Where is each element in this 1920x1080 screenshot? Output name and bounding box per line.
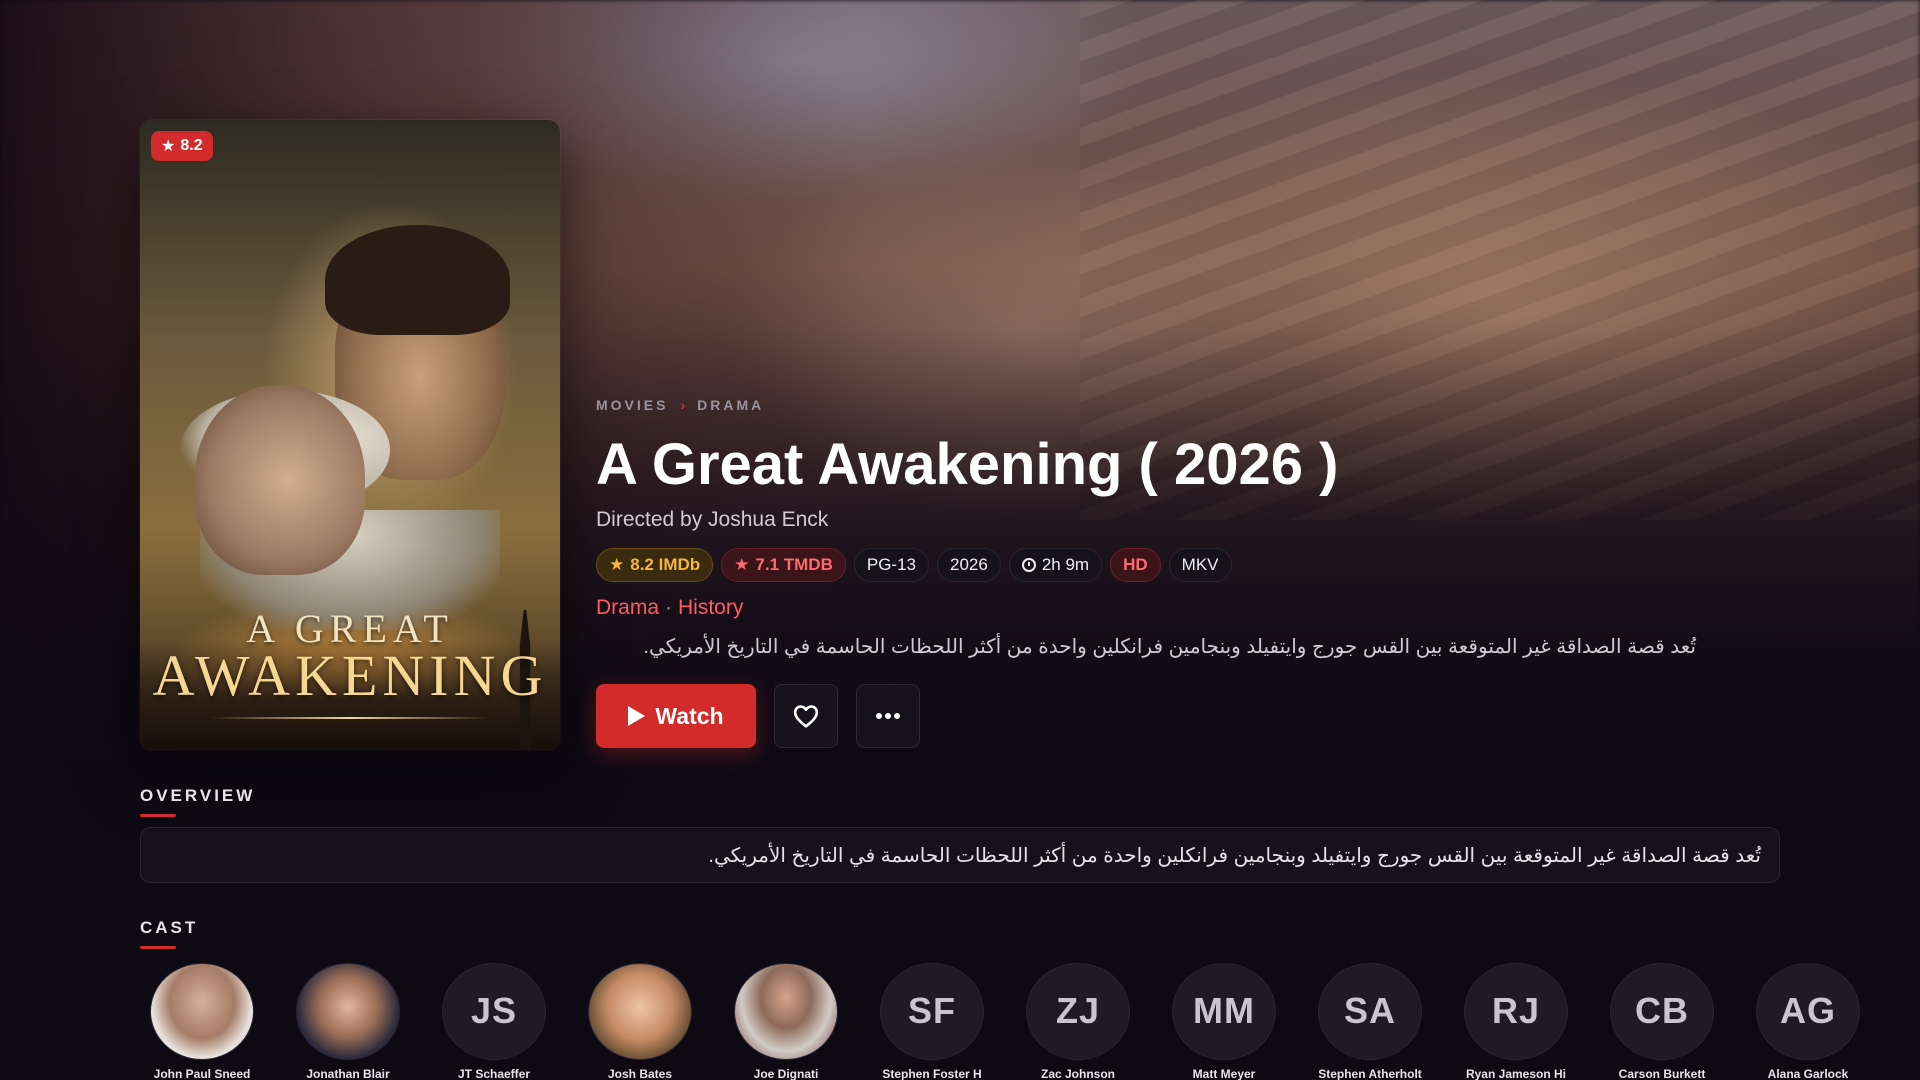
more-horizontal-icon (876, 713, 900, 719)
poster-art-title-line2: AWAKENING (152, 643, 548, 708)
breadcrumb-movies[interactable]: MOVIES (596, 397, 668, 413)
avatar: SA (1318, 963, 1422, 1060)
overview-panel: تُعد قصة الصداقة غير المتوقعة بين القس ج… (140, 827, 1780, 883)
avatar: MM (1172, 963, 1276, 1060)
cast-member[interactable]: Jonathan Blair (296, 963, 400, 1080)
cast-member-name: Joe Dignati (753, 1066, 819, 1080)
star-icon: ★ (609, 555, 625, 574)
cast-member[interactable]: ZJ Zac Johnson (1026, 963, 1130, 1080)
avatar: ZJ (1026, 963, 1130, 1060)
cast-member[interactable]: RJ Ryan Jameson Hi (1464, 963, 1568, 1080)
page-title: A Great Awakening ( 2026 ) (596, 432, 1339, 497)
avatar: CB (1610, 963, 1714, 1060)
certification-chip: PG-13 (853, 548, 930, 582)
runtime-text: 2h 9m (1041, 555, 1090, 574)
overview-text: تُعد قصة الصداقة غير المتوقعة بين القس ج… (708, 844, 1761, 867)
genre-list: Drama · History (596, 596, 1796, 624)
quality-text: HD (1123, 555, 1148, 574)
poster-rating-value: 8.2 (180, 137, 203, 154)
imdb-rating-text: 8.2 IMDb (630, 555, 701, 574)
cast-member-name: John Paul Sneed (153, 1066, 251, 1080)
avatar (150, 963, 254, 1060)
watch-button-label: Watch (655, 702, 724, 729)
clock-icon (1021, 558, 1036, 572)
certification-text: PG-13 (866, 555, 917, 574)
cast-member-name: Carson Burkett (1618, 1066, 1706, 1080)
container-text: MKV (1181, 555, 1219, 574)
metadata-chips: ★ 8.2 IMDb ★ 7.1 TMDB PG-13 2026 2h 9m H… (596, 548, 1796, 582)
cast-heading: CAST (140, 918, 199, 949)
imdb-rating-chip: ★ 8.2 IMDb (596, 548, 714, 582)
cast-member[interactable]: MM Matt Meyer (1172, 963, 1276, 1080)
year-chip: 2026 (937, 548, 1001, 582)
poster-figure-old (195, 385, 365, 575)
cast-member[interactable]: AG Alana Garlock (1756, 963, 1860, 1080)
poster-divider (210, 717, 490, 719)
cast-member[interactable]: SF Stephen Foster H (880, 963, 984, 1080)
poster-figure-young-hair (325, 225, 510, 335)
tmdb-rating-chip: ★ 7.1 TMDB (721, 548, 846, 582)
quality-chip: HD (1110, 548, 1161, 582)
star-icon: ★ (161, 138, 176, 155)
watch-button[interactable]: Watch (596, 684, 756, 748)
avatar: JS (442, 963, 546, 1060)
movie-info: MOVIES › DRAMA A Great Awakening ( 2026 … (596, 394, 1796, 748)
cast-member-name: Alana Garlock (1767, 1066, 1849, 1080)
cast-member[interactable]: SA Stephen Atherholt (1318, 963, 1422, 1080)
genre-link-history[interactable]: History (678, 596, 743, 624)
cast-member-name: Stephen Atherholt (1318, 1066, 1422, 1080)
genre-link-drama[interactable]: Drama (596, 596, 659, 624)
container-chip: MKV (1168, 548, 1232, 582)
cast-member-name: Ryan Jameson Hi (1465, 1066, 1567, 1080)
director-line: Directed by Joshua Enck (596, 508, 829, 531)
overview-heading: OVERVIEW (140, 786, 256, 817)
breadcrumb-drama[interactable]: DRAMA (697, 397, 764, 413)
play-icon (628, 706, 646, 726)
avatar: SF (880, 963, 984, 1060)
breadcrumb: MOVIES › DRAMA (596, 394, 1796, 416)
movie-poster[interactable]: A GREAT AWAKENING ★ 8.2 (140, 120, 560, 750)
cast-member-name: Josh Bates (607, 1066, 673, 1080)
runtime-chip: 2h 9m (1008, 548, 1103, 582)
cast-member-name: Zac Johnson (1040, 1066, 1115, 1080)
favorite-button[interactable] (774, 684, 838, 748)
star-icon: ★ (734, 555, 750, 574)
tagline: تُعد قصة الصداقة غير المتوقعة بين القس ج… (643, 636, 1696, 658)
avatar (588, 963, 692, 1060)
cast-member-name: JT Schaeffer (457, 1066, 531, 1080)
genre-separator: · (665, 596, 673, 619)
more-options-button[interactable] (856, 684, 920, 748)
avatar: AG (1756, 963, 1860, 1060)
cast-member[interactable]: Joe Dignati (734, 963, 838, 1080)
cast-member-name: Stephen Foster H (882, 1066, 982, 1080)
cast-member-name: Jonathan Blair (306, 1066, 390, 1080)
avatar: RJ (1464, 963, 1568, 1060)
cast-member[interactable]: JS JT Schaeffer (442, 963, 546, 1080)
cast-member[interactable]: John Paul Sneed (150, 963, 254, 1080)
heart-icon (793, 705, 819, 728)
breadcrumb-separator: › (680, 397, 686, 413)
cast-member[interactable]: Josh Bates (588, 963, 692, 1080)
cast-member-name: Matt Meyer (1192, 1066, 1256, 1080)
cast-member[interactable]: CB Carson Burkett (1610, 963, 1714, 1080)
avatar (296, 963, 400, 1060)
action-buttons: Watch (596, 684, 1796, 748)
poster-rating-badge: ★ 8.2 (151, 131, 213, 161)
cast-list: John Paul Sneed Jonathan Blair JS JT Schaef… (150, 963, 1920, 1080)
tmdb-rating-text: 7.1 TMDB (755, 555, 833, 574)
year-text: 2026 (950, 555, 988, 574)
avatar (734, 963, 838, 1060)
